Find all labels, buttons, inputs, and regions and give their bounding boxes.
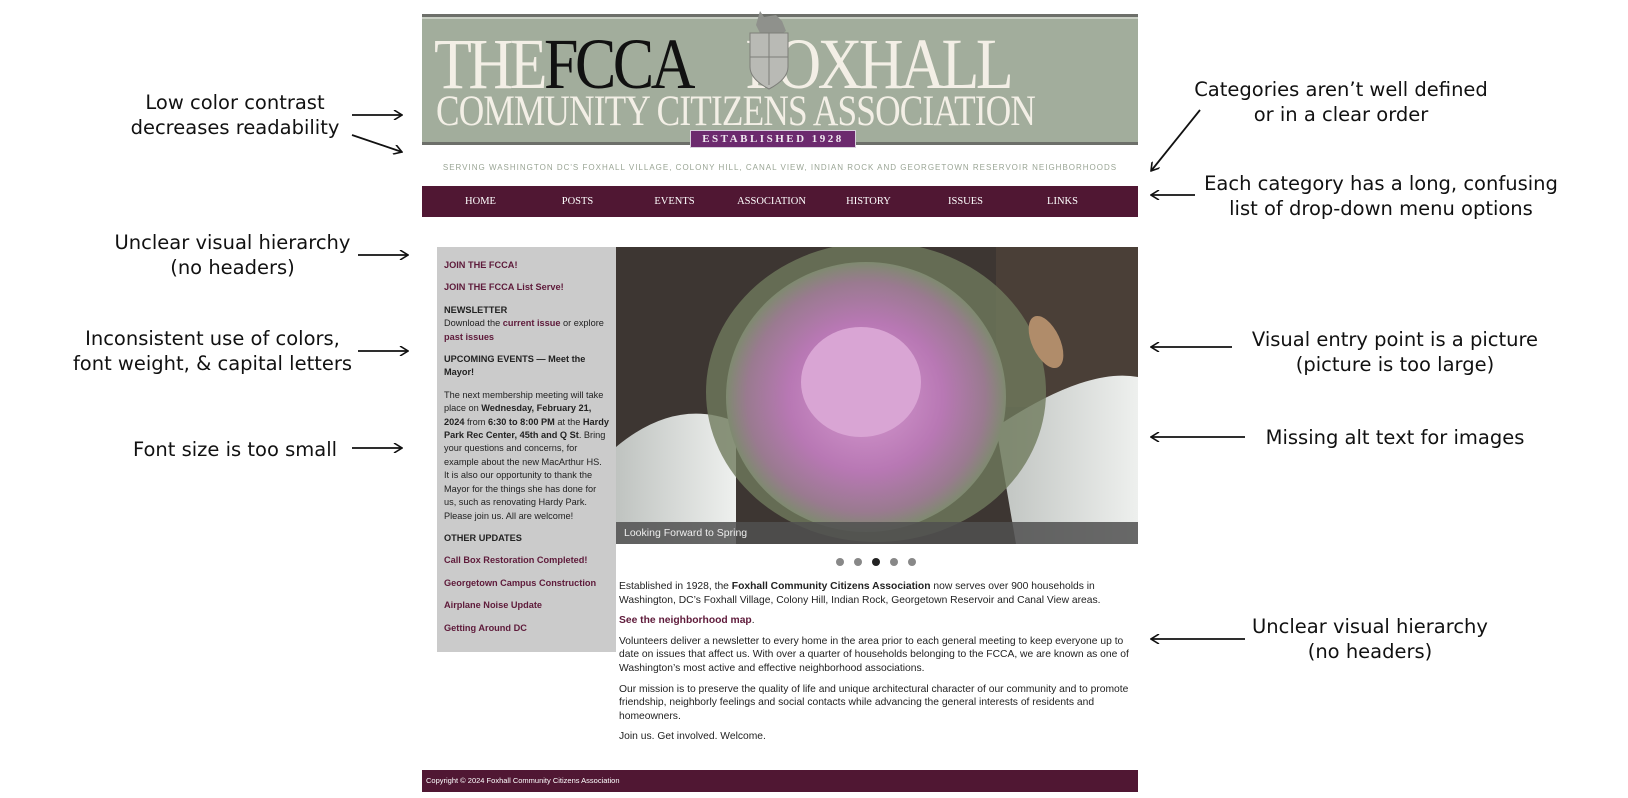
text: . Bring your questions and concerns, for… [444,430,606,521]
update-link[interactable]: Getting Around DC [444,623,527,633]
update-link[interactable]: Airplane Noise Update [444,600,542,610]
slide-dots [836,558,916,566]
slide-dot[interactable] [854,558,862,566]
nav-history[interactable]: HISTORY [820,196,917,207]
annotation-line: (no headers) [1307,640,1433,663]
annotation-font-size: Font size is too small [120,437,350,462]
logo-line-2: COMMUNITY CITIZENS ASSOCIATION [436,88,1036,135]
slide-dot[interactable] [890,558,898,566]
annotation-line: (picture is too large) [1295,353,1495,376]
fox-crest-icon [749,11,789,90]
annotation-line: Visual entry point is a picture [1251,328,1539,351]
annotation-line: Each category has a long, confusing [1204,172,1558,195]
annotation-line: Missing alt text for images [1265,426,1525,449]
text: from [464,416,488,427]
updates-heading: OTHER UPDATES [444,532,522,543]
text: Download the [444,318,503,329]
annotation-dropdowns: Each category has a long, confusing list… [1191,171,1571,221]
annotation-line: or in a clear order [1253,103,1429,126]
main-nav: HOME POSTS EVENTS ASSOCIATION HISTORY IS… [422,186,1138,217]
text: . [751,615,755,627]
hero-slideshow[interactable]: Looking Forward to Spring [616,247,1138,544]
annotation-line: (no headers) [170,256,295,279]
annotation-inconsistent: Inconsistent use of colors, font weight,… [70,326,355,376]
events-heading: UPCOMING EVENTS — Meet the Mayor! [444,354,586,378]
annotation-hierarchy-right: Unclear visual hierarchy (no headers) [1220,614,1520,664]
slide-dot-active[interactable] [872,558,880,566]
annotation-hierarchy-left: Unclear visual hierarchy (no headers) [110,230,355,280]
annotation-line: Inconsistent use of colors, [85,327,340,350]
intro-paragraph: Established in 1928, the Foxhall Communi… [619,580,1139,607]
slide-dot[interactable] [836,558,844,566]
event-text: The next membership meeting will take pl… [444,389,609,523]
annotation-categories: Categories aren’t well defined or in a c… [1191,77,1491,127]
nav-home[interactable]: HOME [432,196,529,207]
nav-association[interactable]: ASSOCIATION [723,196,820,207]
site-logo-banner[interactable]: THEFCCA FOXHALL COMMUNITY CITIZENS ASSOCI… [422,11,1138,145]
current-issue-link[interactable]: current issue [503,318,561,328]
established-badge: ESTABLISHED 1928 [690,130,856,148]
annotation-line: Unclear visual hierarchy [114,231,351,254]
text: Established in 1928, the [619,581,732,592]
past-issues-link[interactable]: past issues [444,332,494,342]
newsletter-paragraph: Volunteers deliver a newsletter to every… [619,635,1129,674]
slide-dot[interactable] [908,558,916,566]
mission-paragraph: Our mission is to preserve the quality o… [619,683,1129,722]
listserve-link[interactable]: JOIN THE FCCA List Serve! [444,282,564,292]
annotation-line: font weight, & capital letters [72,352,353,375]
welcome-paragraph: Join us. Get involved. Welcome. [619,731,766,743]
nav-links[interactable]: LINKS [1014,196,1111,207]
join-link[interactable]: JOIN THE FCCA! [444,260,518,270]
annotation-line: Categories aren’t well defined [1194,78,1488,101]
slide-caption: Looking Forward to Spring [616,522,1138,544]
newsletter-heading: NEWSLETTER [444,304,508,315]
text: or explore [560,318,604,329]
annotation-line: decreases readability [130,116,340,139]
arrow-icon [351,134,402,152]
annotation-line: Font size is too small [132,438,338,461]
update-link[interactable]: Call Box Restoration Completed! [444,555,587,565]
sidebar: JOIN THE FCCA! JOIN THE FCCA List Serve!… [437,247,616,652]
annotation-line: Unclear visual hierarchy [1252,615,1488,638]
annotation-low-contrast: Low color contrast decreases readability [120,90,350,140]
annotation-alt-text: Missing alt text for images [1245,425,1545,450]
annotation-line: Low color contrast [145,91,325,114]
kale-photo [616,247,1138,544]
nav-issues[interactable]: ISSUES [917,196,1014,207]
tagline: SERVING WASHINGTON DC'S FOXHALL VILLAGE,… [442,163,1118,172]
neighborhood-map-link[interactable]: See the neighborhood map [619,615,752,626]
footer: Copyright © 2024 Foxhall Community Citiz… [422,770,1138,792]
text: at the [554,416,583,427]
main-content: Established in 1928, the Foxhall Communi… [619,580,1139,751]
event-time: 6:30 to 8:00 PM [487,416,555,427]
org-name: Foxhall Community Citizens Association [731,581,931,592]
nav-events[interactable]: EVENTS [626,196,723,207]
update-link[interactable]: Georgetown Campus Construction [444,578,596,588]
annotation-line: list of drop-down menu options [1229,197,1533,220]
nav-posts[interactable]: POSTS [529,196,626,207]
annotation-entry-point: Visual entry point is a picture (picture… [1245,327,1545,377]
